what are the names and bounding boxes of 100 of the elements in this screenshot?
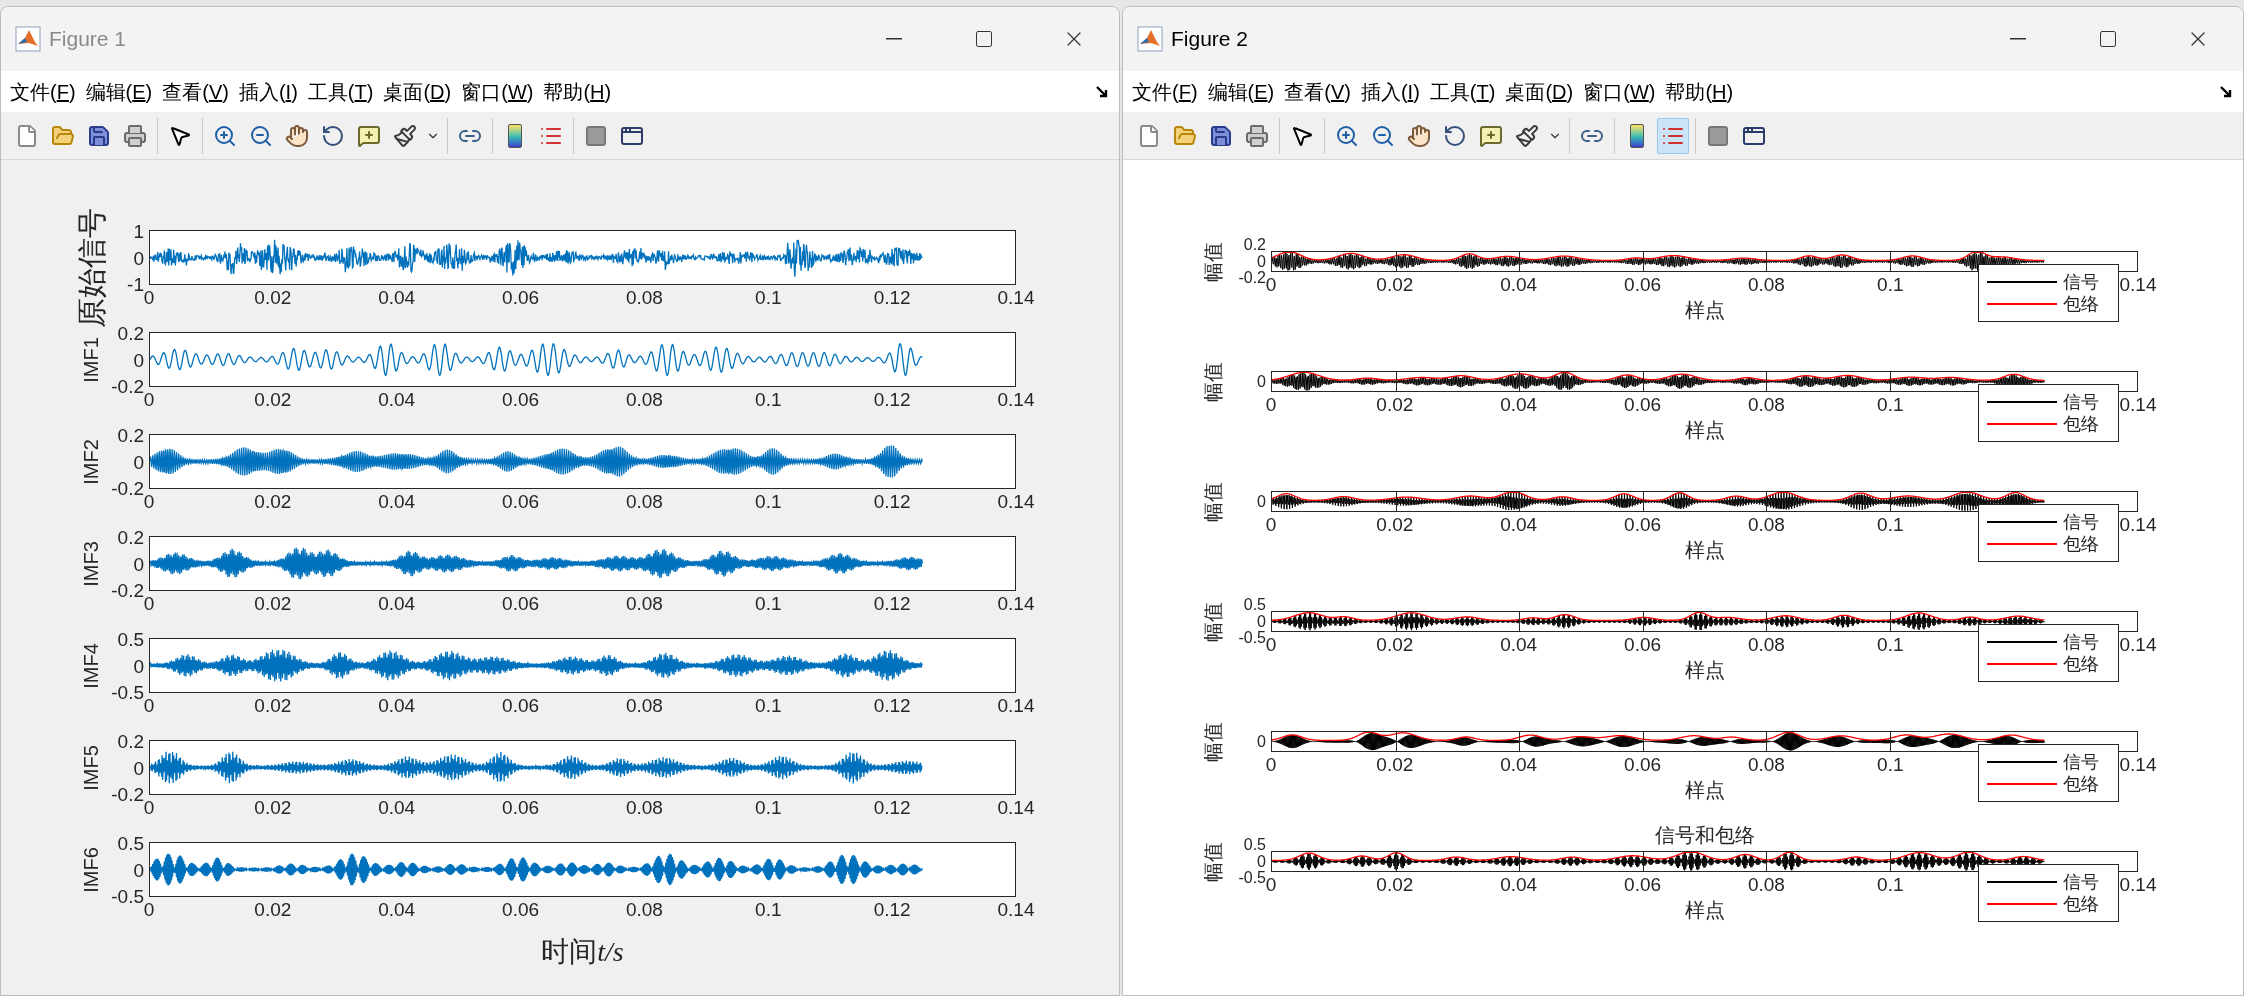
legend-label: 信号 [2063,633,2099,651]
menu-item[interactable]: 查看(V) [1279,76,1356,107]
dock-arrow-icon[interactable] [1095,84,1109,99]
tick-label: 0 [143,798,155,817]
tick-label: 0 [133,860,144,879]
tick-label: 0 [143,390,155,409]
tick-label: 0.2 [117,731,144,751]
tick-label: 0 [143,900,155,919]
axis-label: 时间t/s [541,935,624,969]
dock-arrow-icon[interactable] [2219,84,2233,99]
tick-label: 0.14 [2119,755,2157,774]
axis-label: 幅值 [1201,721,1225,762]
tick-label: -0.5 [111,682,144,702]
app-logo-icon [1137,26,1163,52]
legend-label: 包络 [2063,895,2099,913]
tick-label: 0.08 [1747,635,1785,654]
tick-label: 0.06 [1624,875,1662,894]
menu-item[interactable]: 帮助(H) [1660,76,1739,107]
legend-label: 信号 [2063,393,2099,411]
tick-label: 0 [143,594,155,613]
tick-label: 0.02 [1376,275,1414,294]
legend-label: 包络 [2063,775,2099,793]
menu-item[interactable]: 帮助(H) [538,76,617,107]
tick-label: 0.14 [2119,515,2157,534]
legend-icon[interactable] [1657,117,1689,154]
tick-label: 0.06 [502,390,540,409]
tick-label: 0.04 [1500,635,1538,654]
tick-label: 0.02 [254,390,292,409]
tick-label: 0.1 [1877,275,1904,294]
tick-label: 0.14 [2119,635,2157,654]
tick-label: 0.1 [755,798,782,817]
tick-label: 0.04 [378,696,416,715]
menu-item[interactable]: 桌面(D) [378,76,457,107]
tick-label: 0.14 [997,696,1035,715]
legend-label: 包络 [2063,295,2099,313]
tick-label: 0.5 [117,833,144,853]
menu-item[interactable]: 窗口(W) [1578,76,1661,107]
tick-label: 0 [1265,635,1277,654]
maximize-icon [974,29,994,49]
tick-label: 0.1 [1877,875,1904,894]
tick-label: 0.1 [755,594,782,613]
tick-label: 0 [1265,875,1277,894]
menu-item[interactable]: 窗口(W) [456,76,539,107]
tick-label: 0.2 [1243,237,1266,254]
tick-label: 0.1 [755,900,782,919]
menu-item[interactable]: 工具(T) [1424,76,1501,107]
tick-label: 1 [133,221,144,241]
tick-label: 0 [143,288,155,307]
tick-label: 0.08 [1747,875,1785,894]
axis-label: 幅值 [1201,841,1225,882]
tick-label: 0.06 [502,696,540,715]
tick-label: 0.02 [254,798,292,817]
legend-label: 包络 [2063,415,2099,433]
tick-label: 0.08 [1747,395,1785,414]
minimize-icon [886,38,902,40]
menu-item[interactable]: 查看(V) [157,76,234,107]
menu-item[interactable]: 文件(F) [1127,76,1203,107]
tick-label: 0.02 [254,492,292,511]
tick-label: 0.1 [1877,515,1904,534]
tick-label: 0.06 [1624,515,1662,534]
app-logo-icon [15,26,41,52]
tick-label: 0.1 [755,288,782,307]
menu-item[interactable]: 编辑(E) [1202,76,1280,107]
tick-label: 0.04 [1500,275,1538,294]
tick-label: 0.02 [1376,635,1414,654]
tick-label: 0.12 [873,696,911,715]
tick-label: 0.08 [625,798,663,817]
tick-label: 0.02 [1376,515,1414,534]
axis-label: IMF5 [79,744,103,791]
axis-label: 样点 [1684,900,1725,920]
tick-label: 0.14 [2119,275,2157,294]
tick-label: 0 [1257,253,1266,270]
tick-label: 0.06 [1624,395,1662,414]
tick-label: 0 [1257,853,1266,870]
tick-label: 0.12 [873,492,911,511]
tick-label: 0 [143,492,155,511]
axis-label: 样点 [1684,300,1725,320]
menu-item[interactable]: 工具(T) [302,76,379,107]
axis-label: 幅值 [1201,601,1225,642]
tick-label: 0.14 [997,798,1035,817]
tick-label: -0.5 [1238,869,1266,886]
tick-label: 0.14 [2119,395,2157,414]
tick-label: 0.02 [1376,875,1414,894]
tick-label: 0.08 [625,492,663,511]
menu-item[interactable]: 插入(I) [233,76,303,107]
menu-item[interactable]: 桌面(D) [1500,76,1579,107]
axis-label: IMF2 [79,438,103,485]
tick-label: 0.02 [254,288,292,307]
tick-label: 0.04 [378,492,416,511]
tick-label: 0.12 [873,798,911,817]
tick-label: 0.14 [2119,875,2157,894]
axis-label: IMF1 [79,336,103,383]
tick-label: 0.04 [378,594,416,613]
tick-label: 0 [133,656,144,675]
menu-item[interactable]: 编辑(E) [80,76,158,107]
tick-label: -0.2 [111,478,144,498]
menu-item[interactable]: 文件(F) [5,76,81,107]
menu-item[interactable]: 插入(I) [1355,76,1425,107]
tick-label: 0.2 [117,323,144,343]
tick-label: 0.08 [625,696,663,715]
